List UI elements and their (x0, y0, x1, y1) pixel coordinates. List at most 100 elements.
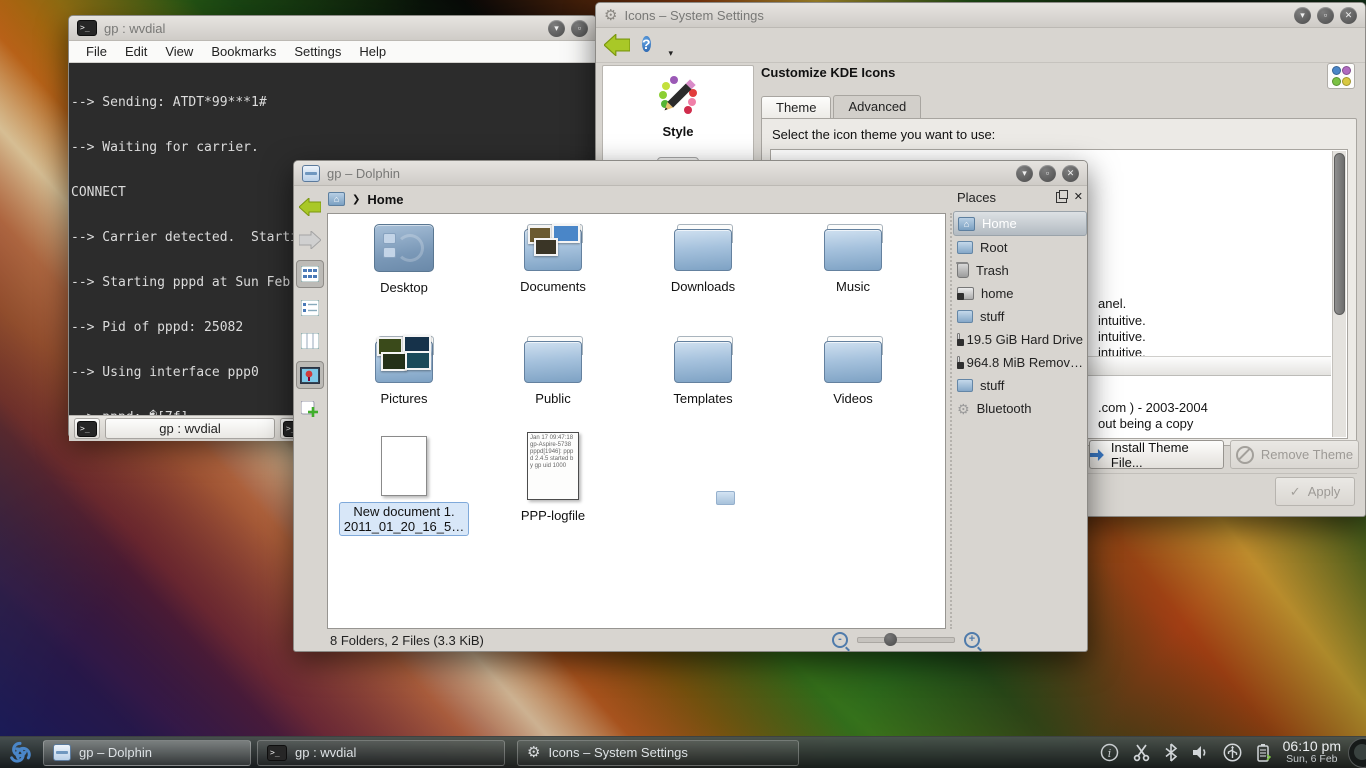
place-removable-drive[interactable]: 964.8 MiB Remov… (953, 351, 1087, 374)
place-label: Bluetooth (977, 401, 1032, 416)
task-label: gp – Dolphin (79, 745, 152, 760)
place-home-partition[interactable]: home (953, 282, 1087, 305)
folder-icon (674, 224, 732, 271)
place-home[interactable]: ⌂ Home (953, 211, 1087, 236)
apply-label: Apply (1308, 484, 1341, 499)
install-theme-button[interactable]: Install Theme File... (1089, 440, 1224, 469)
panel-splitter[interactable] (950, 213, 952, 629)
icons-view-button[interactable] (296, 260, 324, 288)
maximize-icon[interactable]: ▫ (1317, 7, 1334, 24)
minimize-icon[interactable]: ▾ (1294, 7, 1311, 24)
device-notifier-usb-icon[interactable] (1223, 743, 1242, 762)
breadcrumb-home[interactable]: Home (367, 192, 403, 207)
taskbar-task-dolphin[interactable]: gp – Dolphin (43, 740, 251, 766)
details-view-button[interactable] (297, 295, 323, 321)
scrollbar-thumb[interactable] (1334, 153, 1345, 315)
folder-item-downloads[interactable]: Downloads (630, 224, 776, 294)
place-hard-drive[interactable]: 19.5 GiB Hard Drive (953, 328, 1087, 351)
folder-item-public[interactable]: Public (480, 336, 626, 406)
close-icon[interactable]: ✕ (1062, 165, 1079, 182)
klipper-scissors-icon[interactable] (1132, 743, 1151, 762)
new-tab-button[interactable]: >_ (74, 418, 100, 439)
folder-item-templates[interactable]: Templates (630, 336, 776, 406)
remove-theme-button[interactable]: Remove Theme (1230, 440, 1359, 469)
menu-help[interactable]: Help (350, 44, 395, 59)
columns-view-button[interactable] (297, 328, 323, 354)
folder-icon (674, 336, 732, 383)
zoom-out-icon[interactable]: - (832, 632, 848, 648)
system-settings-titlebar[interactable]: ⚙ Icons – System Settings ▾ ▫ ✕ (596, 3, 1365, 28)
desktop: >_ gp : wvdial ▾ ▫ File Edit View Bookma… (0, 0, 1366, 768)
clock[interactable]: 06:10 pm Sun, 6 Feb (1283, 739, 1341, 766)
sidebar-item-style[interactable]: Style (662, 124, 693, 139)
konsole-tab[interactable]: gp : wvdial (105, 418, 275, 439)
folder-view[interactable]: Desktop Documents Downloads (327, 213, 946, 629)
style-icon[interactable] (655, 74, 701, 120)
clock-date: Sun, 6 Feb (1283, 754, 1341, 766)
folder-item-pictures[interactable]: Pictures (331, 336, 477, 406)
menu-file[interactable]: File (77, 44, 116, 59)
notifications-icon[interactable]: i (1100, 743, 1119, 762)
terminal-line: --> Sending: ATDT*99***1# (71, 95, 594, 110)
folder-icon (957, 379, 973, 392)
dolphin-titlebar[interactable]: gp – Dolphin ▾ ▫ ✕ (294, 161, 1087, 186)
minimize-icon[interactable]: ▾ (1016, 165, 1033, 182)
folder-label: Downloads (671, 279, 735, 294)
close-panel-icon[interactable]: ✕ (1074, 192, 1083, 203)
svg-text:i: i (1107, 747, 1111, 760)
folder-item-videos[interactable]: Videos (780, 336, 926, 406)
dolphin-window: gp – Dolphin ▾ ▫ ✕ (293, 160, 1088, 652)
terminal-icon: >_ (77, 20, 97, 36)
folder-item-desktop[interactable]: Desktop (331, 224, 477, 295)
konsole-titlebar[interactable]: >_ gp : wvdial ▾ ▫ (69, 16, 596, 41)
place-stuff-2[interactable]: stuff (953, 374, 1087, 397)
maximize-icon[interactable]: ▫ (1039, 165, 1056, 182)
place-trash[interactable]: Trash (953, 259, 1087, 282)
panel-toolbox-cashew[interactable] (1345, 737, 1366, 768)
bluetooth-icon[interactable] (1164, 743, 1178, 762)
place-root[interactable]: Root (953, 236, 1087, 259)
place-bluetooth[interactable]: ⚙ Bluetooth (953, 397, 1087, 420)
menu-edit[interactable]: Edit (116, 44, 156, 59)
zoom-slider-knob[interactable] (884, 633, 897, 646)
overview-button[interactable] (1327, 63, 1355, 89)
apply-button[interactable]: ✓ Apply (1275, 477, 1355, 506)
file-item-ppp-logfile[interactable]: Jan 17 09:47:18 gp-Aspire-5738 pppd[1946… (480, 432, 626, 523)
forbidden-icon (1236, 446, 1254, 464)
home-folder-icon[interactable]: ⌂ (328, 192, 345, 206)
system-tray: i (1100, 743, 1283, 763)
menu-settings[interactable]: Settings (285, 44, 350, 59)
maximize-icon[interactable]: ▫ (571, 20, 588, 37)
menu-view[interactable]: View (156, 44, 202, 59)
folder-item-documents[interactable]: Documents (480, 224, 626, 294)
place-stuff[interactable]: stuff (953, 305, 1087, 328)
help-button[interactable]: ? ▾ (642, 33, 666, 57)
tab-theme[interactable]: Theme (761, 96, 831, 120)
taskbar-task-system-settings[interactable]: ⚙ Icons – System Settings (517, 740, 799, 766)
forward-button[interactable] (297, 227, 323, 253)
zoom-in-icon[interactable]: + (964, 632, 980, 648)
taskbar-task-konsole[interactable]: >_ gp : wvdial (257, 740, 505, 766)
battery-icon[interactable] (1255, 743, 1271, 763)
gear-icon: ⚙ (604, 8, 617, 23)
preview-icon (300, 367, 320, 384)
check-icon: ✓ (1290, 484, 1301, 500)
detach-panel-icon[interactable] (1056, 192, 1067, 203)
tab-bar: Theme Advanced (761, 95, 923, 119)
close-icon[interactable]: ✕ (1340, 7, 1357, 24)
scrollbar[interactable] (1332, 151, 1346, 437)
zoom-slider[interactable] (857, 637, 955, 643)
dolphin-icon (53, 744, 71, 761)
tab-advanced[interactable]: Advanced (833, 95, 921, 119)
split-view-button[interactable] (297, 396, 323, 422)
back-icon[interactable] (604, 34, 630, 56)
folder-item-music[interactable]: Music (780, 224, 926, 294)
clock-time: 06:10 pm (1283, 739, 1341, 754)
menu-bookmarks[interactable]: Bookmarks (202, 44, 285, 59)
file-item-new-document[interactable]: New document 1. 2011_01_20_16_5… (331, 436, 477, 536)
minimize-icon[interactable]: ▾ (548, 20, 565, 37)
back-button[interactable] (297, 194, 323, 220)
app-launcher-button[interactable] (0, 737, 40, 768)
volume-icon[interactable] (1191, 743, 1210, 762)
preview-button[interactable] (296, 361, 324, 389)
